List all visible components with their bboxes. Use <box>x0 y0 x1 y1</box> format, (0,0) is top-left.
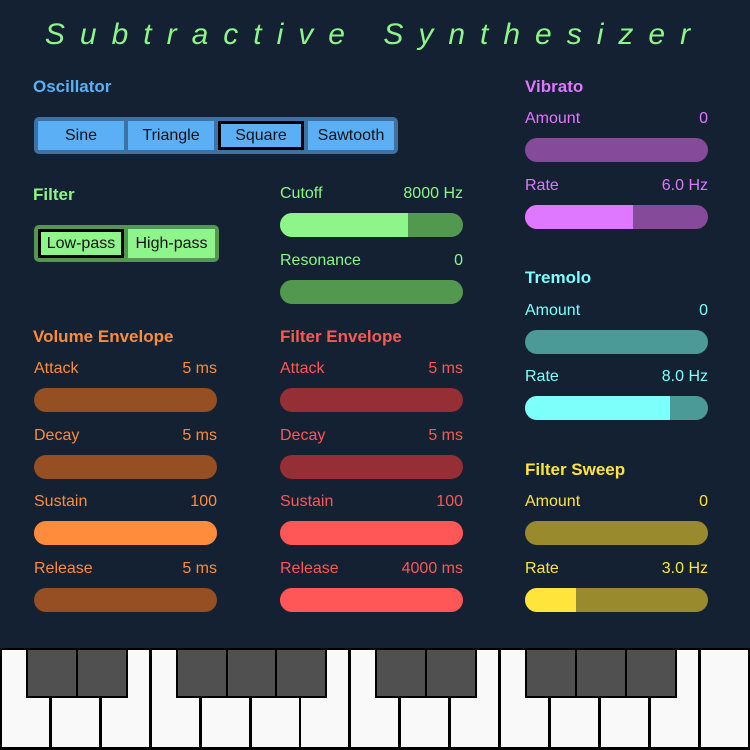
vol-release-label: Release <box>34 560 93 577</box>
tremolo-amount-control: Amount 0 <box>525 302 708 354</box>
filter-envelope-heading: Filter Envelope <box>280 327 402 346</box>
tremolo-rate-label: Rate <box>525 368 559 385</box>
vibrato-amount-label: Amount <box>525 110 581 127</box>
black-key[interactable] <box>225 650 278 698</box>
vibrato-rate-value: 6.0 Hz <box>661 177 708 194</box>
vol-attack-value: 5 ms <box>182 360 217 377</box>
waveform-triangle-button[interactable]: Triangle <box>128 121 214 150</box>
vol-release-slider[interactable] <box>34 588 217 612</box>
black-key[interactable] <box>425 650 478 698</box>
black-key[interactable] <box>524 650 577 698</box>
filter-type-selector: Low-pass High-pass <box>34 225 219 262</box>
flt-release-label: Release <box>280 560 339 577</box>
flt-attack-value: 5 ms <box>428 360 463 377</box>
flt-sustain-slider-fill <box>280 521 463 545</box>
white-key[interactable] <box>700 650 748 747</box>
black-key[interactable] <box>624 650 677 698</box>
vibrato-heading: Vibrato <box>525 77 584 96</box>
volume-envelope-heading: Volume Envelope <box>33 327 174 346</box>
flt-decay-value: 5 ms <box>428 427 463 444</box>
black-key[interactable] <box>574 650 627 698</box>
vol-sustain-label: Sustain <box>34 493 88 510</box>
oscillator-waveform-selector: Sine Triangle Square Sawtooth <box>34 117 398 154</box>
flt-attack-control: Attack 5 ms <box>280 360 463 412</box>
sweep-rate-slider-fill <box>525 588 577 612</box>
flt-decay-slider[interactable] <box>280 455 463 479</box>
vol-attack-label: Attack <box>34 360 79 377</box>
black-key[interactable] <box>25 650 78 698</box>
oscillator-heading: Oscillator <box>33 77 112 96</box>
flt-attack-label: Attack <box>280 360 325 377</box>
vol-sustain-slider[interactable] <box>34 521 217 545</box>
vibrato-amount-slider[interactable] <box>525 138 708 162</box>
flt-sustain-label: Sustain <box>280 493 334 510</box>
vol-decay-value: 5 ms <box>182 427 217 444</box>
resonance-control: Resonance 0 <box>280 252 463 304</box>
waveform-square-button[interactable]: Square <box>218 121 304 150</box>
flt-decay-label: Decay <box>280 427 326 444</box>
flt-decay-control: Decay 5 ms <box>280 427 463 479</box>
cutoff-slider-fill <box>280 213 409 237</box>
tremolo-amount-value: 0 <box>699 302 708 319</box>
vibrato-rate-slider-fill <box>525 205 633 229</box>
vol-sustain-control: Sustain 100 <box>34 493 217 545</box>
cutoff-label: Cutoff <box>280 185 323 202</box>
vibrato-amount-value: 0 <box>699 110 708 127</box>
black-key[interactable] <box>275 650 328 698</box>
flt-sustain-value: 100 <box>436 493 463 510</box>
piano-keyboard <box>0 648 750 750</box>
filter-heading: Filter <box>33 185 75 204</box>
vibrato-amount-control: Amount 0 <box>525 110 708 162</box>
cutoff-control: Cutoff 8000 Hz <box>280 185 463 237</box>
tremolo-rate-slider[interactable] <box>525 396 708 420</box>
cutoff-value: 8000 Hz <box>403 185 463 202</box>
resonance-value: 0 <box>454 252 463 269</box>
flt-release-control: Release 4000 ms <box>280 560 463 612</box>
flt-attack-slider[interactable] <box>280 388 463 412</box>
flt-sustain-control: Sustain 100 <box>280 493 463 545</box>
filter-highpass-button[interactable]: High-pass <box>128 229 215 258</box>
tremolo-rate-slider-fill <box>525 396 670 420</box>
vol-decay-control: Decay 5 ms <box>34 427 217 479</box>
filter-sweep-heading: Filter Sweep <box>525 460 626 479</box>
vibrato-rate-label: Rate <box>525 177 559 194</box>
vol-sustain-slider-fill <box>34 521 217 545</box>
tremolo-amount-label: Amount <box>525 302 581 319</box>
black-key[interactable] <box>75 650 128 698</box>
app-title: Subtractive Synthesizer <box>44 18 706 51</box>
black-key[interactable] <box>175 650 228 698</box>
resonance-label: Resonance <box>280 252 361 269</box>
sweep-rate-value: 3.0 Hz <box>661 560 708 577</box>
sweep-rate-slider[interactable] <box>525 588 708 612</box>
sweep-rate-label: Rate <box>525 560 559 577</box>
vol-attack-slider[interactable] <box>34 388 217 412</box>
tremolo-rate-control: Rate 8.0 Hz <box>525 368 708 420</box>
waveform-sine-button[interactable]: Sine <box>38 121 124 150</box>
flt-release-value: 4000 ms <box>401 560 463 577</box>
tremolo-rate-value: 8.0 Hz <box>661 368 708 385</box>
flt-release-slider[interactable] <box>280 588 463 612</box>
vol-decay-label: Decay <box>34 427 80 444</box>
vibrato-rate-slider[interactable] <box>525 205 708 229</box>
waveform-sawtooth-button[interactable]: Sawtooth <box>308 121 394 150</box>
cutoff-slider[interactable] <box>280 213 463 237</box>
vol-decay-slider[interactable] <box>34 455 217 479</box>
resonance-slider[interactable] <box>280 280 463 304</box>
flt-release-slider-fill <box>280 588 463 612</box>
sweep-amount-label: Amount <box>525 493 581 510</box>
vol-release-value: 5 ms <box>182 560 217 577</box>
tremolo-heading: Tremolo <box>525 268 592 287</box>
vol-sustain-value: 100 <box>190 493 217 510</box>
filter-lowpass-button[interactable]: Low-pass <box>38 229 124 258</box>
sweep-rate-control: Rate 3.0 Hz <box>525 560 708 612</box>
black-key[interactable] <box>375 650 428 698</box>
sweep-amount-control: Amount 0 <box>525 493 708 545</box>
sweep-amount-slider[interactable] <box>525 521 708 545</box>
vol-attack-control: Attack 5 ms <box>34 360 217 412</box>
sweep-amount-value: 0 <box>699 493 708 510</box>
tremolo-amount-slider[interactable] <box>525 330 708 354</box>
flt-sustain-slider[interactable] <box>280 521 463 545</box>
vibrato-rate-control: Rate 6.0 Hz <box>525 177 708 229</box>
vol-release-control: Release 5 ms <box>34 560 217 612</box>
